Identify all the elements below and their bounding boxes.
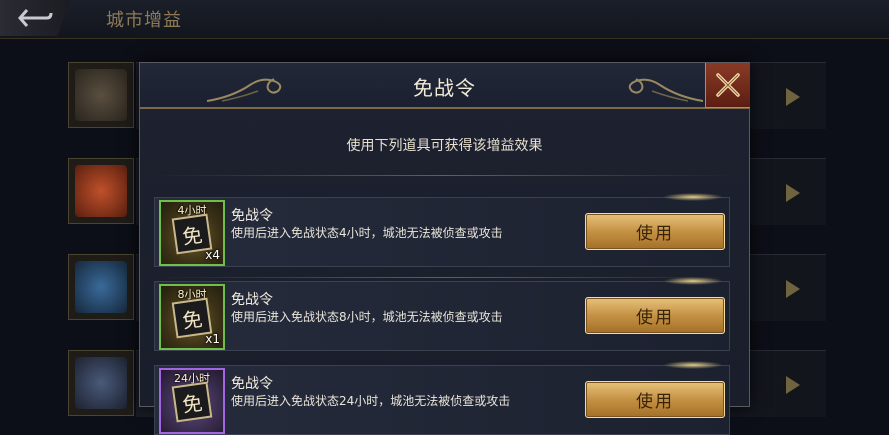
item-dialog: 免战令 使用下列道具可获得该增益效果 4小时 免 x4 免战令 使用后进入免战状… [139, 62, 750, 435]
item-name: 免战令 [231, 208, 273, 224]
item-quantity: x1 [205, 332, 220, 346]
use-button[interactable]: 使用 [585, 213, 725, 250]
buff-icon [68, 350, 134, 416]
top-bar: 城市增益 [0, 0, 889, 39]
use-button[interactable]: 使用 [585, 297, 725, 334]
shield-token-icon: 免 [171, 381, 213, 423]
row-glow [663, 277, 723, 285]
back-arrow-icon [18, 9, 53, 27]
arrow-right-icon[interactable] [786, 280, 800, 298]
item-row: 24小时 免 免战令 使用后进入免战状态24小时，城池无法被侦查或攻击 使用 [154, 361, 730, 435]
item-name: 免战令 [231, 292, 273, 308]
item-name: 免战令 [231, 376, 273, 392]
arrow-right-icon[interactable] [786, 376, 800, 394]
item-description: 使用后进入免战状态8小时，城池无法被侦查或攻击 [231, 310, 503, 324]
buff-icon [68, 158, 134, 224]
cloud-ornament-right-icon [628, 78, 704, 102]
item-icon[interactable]: 24小时 免 [159, 368, 225, 434]
buff-icon [68, 254, 134, 320]
arrow-right-icon[interactable] [786, 88, 800, 106]
item-row: 8小时 免 x1 免战令 使用后进入免战状态8小时，城池无法被侦查或攻击 使用 [154, 277, 730, 351]
buff-icon [68, 62, 134, 128]
item-icon[interactable]: 8小时 免 x1 [159, 284, 225, 350]
page-title: 城市增益 [106, 10, 182, 31]
item-description: 使用后进入免战状态4小时，城池无法被侦查或攻击 [231, 226, 503, 240]
row-glow [663, 361, 723, 369]
close-x-icon [716, 73, 740, 97]
arrow-right-icon[interactable] [786, 184, 800, 202]
item-icon[interactable]: 4小时 免 x4 [159, 200, 225, 266]
item-row: 4小时 免 x4 免战令 使用后进入免战状态4小时，城池无法被侦查或攻击 使用 [154, 193, 730, 267]
dialog-subtitle: 使用下列道具可获得该增益效果 [346, 138, 543, 154]
close-button[interactable] [705, 63, 750, 108]
item-description: 使用后进入免战状态24小时，城池无法被侦查或攻击 [231, 394, 511, 408]
row-glow [663, 193, 723, 201]
divider [154, 175, 734, 176]
item-quantity: x4 [205, 248, 220, 262]
dialog-header: 免战令 [140, 63, 750, 109]
divider [154, 277, 734, 278]
back-button[interactable] [0, 0, 70, 36]
